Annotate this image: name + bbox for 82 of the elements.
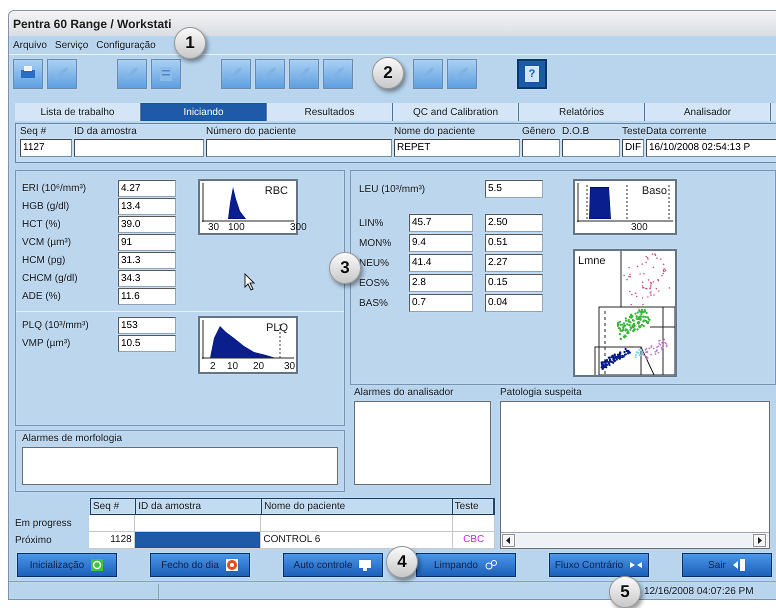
field-label: Teste — [622, 125, 644, 139]
tick-label: 300 — [631, 222, 648, 233]
action-button[interactable]: Sair — [682, 553, 772, 577]
parameter-label: HCM (pg) — [22, 254, 66, 268]
row-label: Em progress — [15, 517, 73, 531]
parameter-label: VCM (µm³) — [22, 236, 72, 250]
tick-label: 30 — [284, 361, 296, 372]
tick-label: 30 — [208, 222, 220, 233]
action-button[interactable]: Auto controle — [283, 553, 383, 577]
parameter-label: HCT (%) — [22, 218, 62, 232]
window-title: Pentra 60 Range / Workstati — [13, 16, 172, 32]
value-field: 9.4 — [409, 234, 473, 252]
histogram-title: RBC — [264, 184, 288, 199]
value-field: 0.15 — [485, 274, 543, 292]
parameter-label: LIN% — [359, 216, 384, 230]
column-header: Teste — [452, 499, 494, 514]
histogram-title: Baso — [642, 184, 667, 199]
scatter-title: Lmne — [578, 254, 606, 269]
parameter-label: VMP (µm³) — [22, 336, 72, 350]
menu-item[interactable]: Configuração — [96, 38, 156, 52]
field-label: Data corrente — [646, 125, 708, 139]
value-field: 31.3 — [118, 252, 176, 268]
value-field: 4.27 — [118, 180, 176, 196]
parameter-label: ERI (10⁶/mm³) — [22, 182, 88, 196]
field-label: Seq # — [20, 125, 48, 139]
histogram-title: PLQ — [266, 321, 288, 336]
value-field: 2.27 — [485, 254, 543, 272]
value-field: 39.0 — [118, 216, 176, 232]
value-field: 45.7 — [409, 214, 473, 232]
value-field: 0.7 — [409, 294, 473, 312]
field-label: D.O.B — [562, 125, 590, 139]
value-field: 41.4 — [409, 254, 473, 272]
parameter-label: CHCM (g/dl) — [22, 272, 79, 286]
value-field: 91 — [118, 234, 176, 250]
field-label: Nome do paciente — [394, 125, 476, 139]
column-header: ID da amostra — [136, 499, 262, 514]
input-field[interactable]: 16/10/2008 02:54:13 P — [646, 139, 776, 157]
menu-item[interactable]: Arquivo — [13, 38, 47, 52]
table-cell: CBC — [453, 532, 495, 549]
parameter-label: PLQ (10³/mm³) — [22, 318, 90, 332]
tick-label: 100 — [228, 222, 245, 233]
column-header: Seq # — [91, 499, 136, 514]
help-button[interactable]: ? — [517, 58, 547, 88]
value-field: 2.50 — [485, 214, 543, 232]
value-field: 0.51 — [485, 234, 543, 252]
action-button[interactable]: Fluxo Contrário — [549, 553, 649, 577]
menu-item[interactable]: Serviço — [54, 38, 88, 52]
parameter-label: LEU (10³/mm³) — [359, 182, 426, 196]
section-label: Alarmes de morfologia — [22, 432, 124, 446]
row-label: Próximo — [15, 534, 53, 548]
section-label: Alarmes do analisador — [354, 386, 454, 400]
value-field: 34.3 — [118, 270, 176, 286]
input-field[interactable]: DIF — [622, 139, 644, 157]
parameter-label: ADE (%) — [22, 290, 62, 304]
field-label: ID da amostra — [74, 125, 138, 139]
column-header: Nome do paciente — [262, 499, 453, 514]
parameter-label: MON% — [359, 236, 392, 250]
tick-label: 20 — [253, 361, 264, 372]
value-field: 2.8 — [409, 274, 473, 292]
tick-label: 2 — [210, 361, 216, 372]
field-label: Número do paciente — [206, 125, 298, 139]
parameter-label: EOS% — [359, 276, 390, 290]
field-label: Gênero — [522, 125, 556, 139]
value-field: 5.5 — [485, 180, 543, 198]
tick-label: 10 — [227, 361, 238, 372]
parameter-label: NEU% — [359, 256, 390, 270]
tab[interactable]: Iniciando — [141, 103, 267, 121]
action-button[interactable]: Limpando — [416, 553, 516, 577]
section-label: Patologia suspeita — [500, 386, 583, 400]
value-field: 13.4 — [118, 198, 176, 214]
tick-label: 300 — [290, 222, 307, 233]
input-field[interactable]: REPET — [394, 139, 520, 157]
action-button[interactable]: Fecho do dia — [150, 553, 250, 577]
table-cell: CONTROL 6 — [261, 532, 454, 549]
parameter-label: HGB (g/dl) — [22, 200, 70, 214]
input-field[interactable]: 1127 — [20, 139, 72, 157]
value-field: 11.6 — [118, 288, 176, 304]
parameter-label: BAS% — [359, 296, 389, 310]
table-cell: 1128 — [89, 532, 135, 549]
value-field: 153 — [118, 316, 176, 334]
value-field: 10.5 — [118, 334, 176, 352]
value-field: 0.04 — [485, 294, 543, 312]
